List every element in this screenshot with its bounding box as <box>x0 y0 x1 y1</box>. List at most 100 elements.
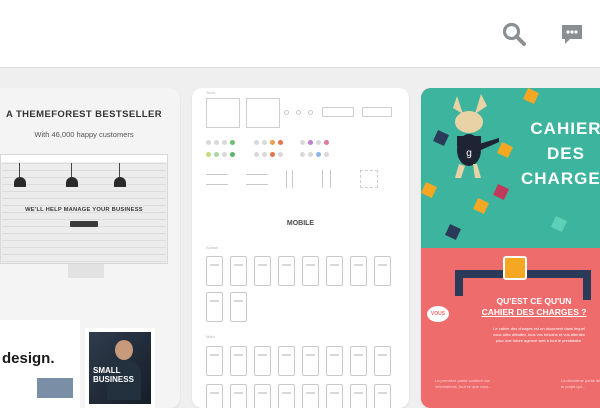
color-swatch <box>262 152 267 157</box>
card-subtitle: With 46,000 happy customers <box>34 130 134 139</box>
phone-wireframe <box>278 384 295 408</box>
color-swatch <box>230 140 235 145</box>
bottom-right-note: La deuxième partie décrit le projet qui.… <box>561 378 600 389</box>
phone-wireframe <box>374 384 391 408</box>
cube-shape <box>523 88 539 104</box>
search-icon <box>502 22 526 46</box>
slider-track <box>292 170 293 188</box>
fox-illustration: g <box>453 94 499 178</box>
lamp-icon <box>66 163 78 187</box>
wireframe-input <box>362 107 392 117</box>
phone-wireframe <box>326 346 343 376</box>
small-business-tile: SMALL BUSINESS <box>85 328 155 408</box>
chat-icon <box>562 25 582 44</box>
person-head <box>115 340 133 360</box>
laptop-tile <box>35 376 75 400</box>
messages-button[interactable] <box>556 18 588 50</box>
wireframe-crop-box <box>360 170 378 188</box>
phone-wireframe <box>326 256 343 286</box>
color-swatch <box>300 152 305 157</box>
phone-wireframe <box>302 346 319 376</box>
color-swatch <box>214 140 219 145</box>
radio-icon <box>284 110 289 115</box>
monitor-stand <box>68 264 104 278</box>
template-card-cahier[interactable]: g CAHIER DES CHARGES VOUS QU'EST CE QU'U… <box>421 88 600 408</box>
cube-shape <box>551 216 567 232</box>
cahier-title: CAHIER DES CHARGES <box>521 119 600 188</box>
section-label-mobile: MOBILE <box>286 220 315 227</box>
slider-track <box>246 174 268 175</box>
color-swatch <box>308 152 313 157</box>
color-swatch <box>270 140 275 145</box>
slider-track <box>286 170 287 188</box>
phone-wireframe <box>302 384 319 408</box>
slider-track <box>322 170 323 188</box>
slider-track <box>206 174 228 175</box>
monitor-screen: WE'LL HELP MANAGE YOUR BUSINESS <box>2 163 166 262</box>
monitor-preview: WE'LL HELP MANAGE YOUR BUSINESS <box>0 154 168 264</box>
pipe-shape <box>521 270 591 278</box>
teal-panel: g CAHIER DES CHARGES <box>421 88 600 248</box>
radio-icon <box>296 110 301 115</box>
cube-shape <box>473 198 489 214</box>
color-swatch <box>308 140 313 145</box>
phone-wireframe <box>206 384 223 408</box>
slider-track <box>330 170 331 188</box>
wireframe-tag: Tools <box>206 90 216 95</box>
phone-wireframe <box>374 256 391 286</box>
color-swatch <box>278 140 283 145</box>
phone-wireframe <box>206 292 223 322</box>
wireframe-window <box>206 98 240 128</box>
color-swatch <box>324 140 329 145</box>
phone-wireframe <box>278 346 295 376</box>
cube-shape <box>445 224 461 240</box>
phone-wireframe <box>230 292 247 322</box>
phone-wireframe <box>206 256 223 286</box>
color-swatch <box>270 152 275 157</box>
question-line-1: QU'EST CE QU'UN <box>496 296 572 306</box>
phone-wireframe <box>254 384 271 408</box>
phone-wireframe <box>350 384 367 408</box>
phone-wireframe <box>374 346 391 376</box>
phone-wireframe <box>230 346 247 376</box>
color-swatch <box>316 140 321 145</box>
color-swatch <box>278 152 283 157</box>
screen-cta-button <box>70 221 98 227</box>
book-icon <box>503 256 527 280</box>
small-business-tile-text: SMALL BUSINESS <box>93 366 134 384</box>
phone-wireframe <box>326 384 343 408</box>
color-swatch <box>206 152 211 157</box>
wireframe-window <box>246 98 280 128</box>
phone-wireframe <box>278 256 295 286</box>
lamp-icon <box>114 163 126 187</box>
svg-text:g: g <box>466 148 472 159</box>
wireframe-input <box>322 107 354 117</box>
card-title: A THEMEFOREST BESTSELLER <box>6 109 162 120</box>
template-card-business[interactable]: A THEMEFOREST BESTSELLER With 46,000 hap… <box>0 88 180 408</box>
radio-icon <box>308 110 313 115</box>
subsection-label: Main <box>206 334 215 339</box>
phone-wireframe <box>302 256 319 286</box>
color-swatch <box>316 152 321 157</box>
lamp-icon <box>14 163 26 187</box>
color-swatch <box>262 140 267 145</box>
template-card-wireframe[interactable]: Tools MOBILE Splash Main <box>192 88 409 408</box>
question-title: QU'EST CE QU'UN CAHIER DES CHARGES ? <box>479 296 589 318</box>
question-line-2: CAHIER DES CHARGES ? <box>481 307 587 317</box>
top-bar <box>0 0 600 68</box>
color-swatch <box>254 140 259 145</box>
phone-wireframe <box>206 346 223 376</box>
color-swatch <box>254 152 259 157</box>
slider-track <box>206 184 228 185</box>
cube-shape <box>421 182 437 198</box>
color-swatch <box>324 152 329 157</box>
color-swatch <box>206 140 211 145</box>
slider-track <box>246 184 268 185</box>
cube-shape <box>493 184 509 200</box>
subsection-label: Splash <box>206 245 219 250</box>
phone-wireframe <box>254 346 271 376</box>
search-button[interactable] <box>498 18 530 50</box>
phone-wireframe <box>254 256 271 286</box>
pipe-shape <box>455 270 463 296</box>
question-body: Le cahier des charges est un document da… <box>493 326 585 343</box>
